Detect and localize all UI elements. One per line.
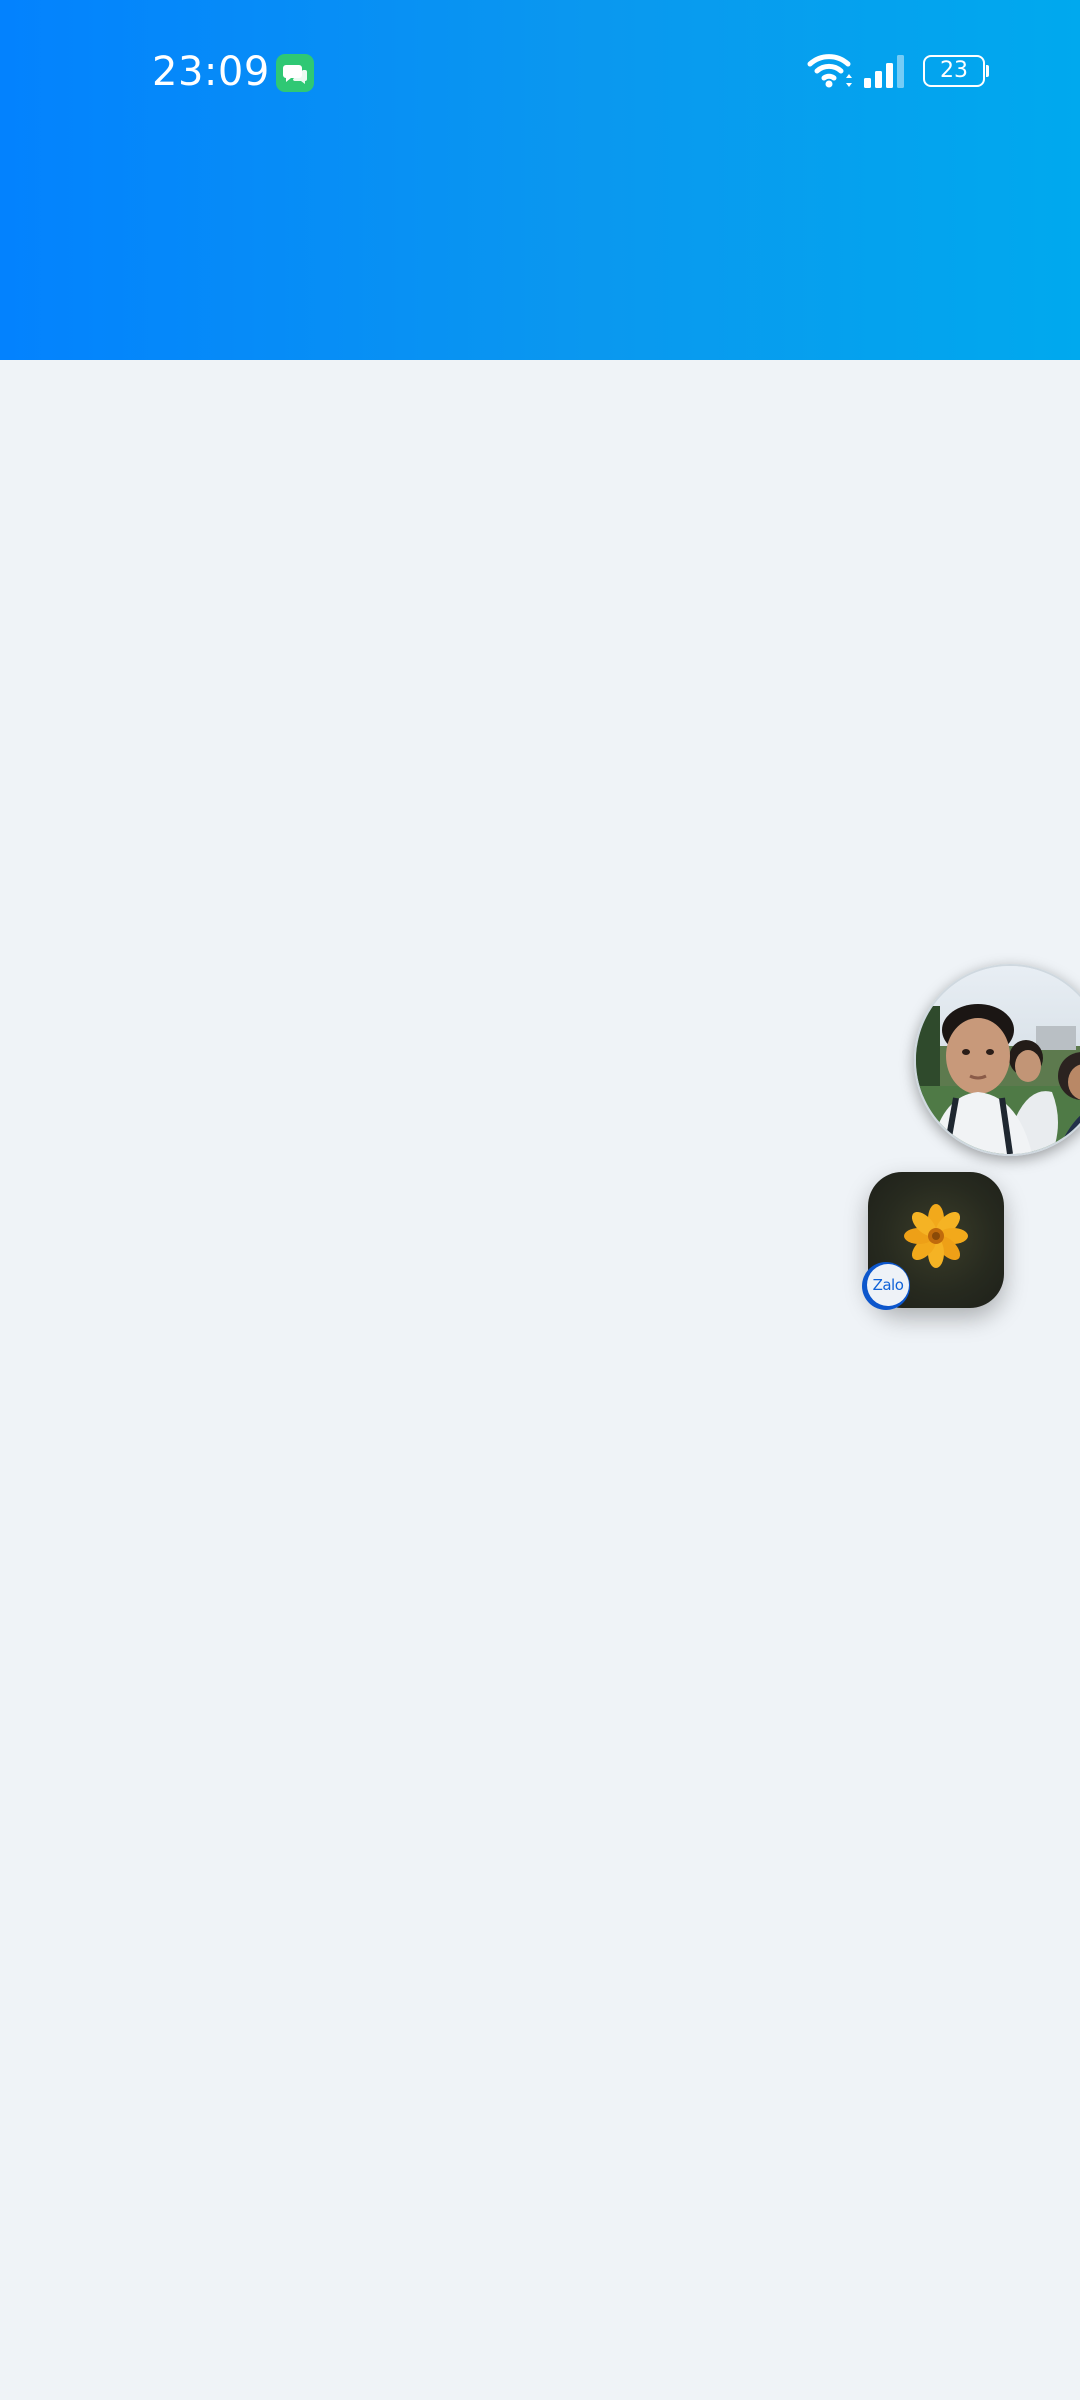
wifi-icon (806, 50, 854, 90)
status-bar: 23:09 23 (0, 0, 1080, 150)
status-time: 23:09 (152, 49, 270, 95)
group-photo-avatar-icon (916, 966, 1080, 1154)
battery-icon: 23 (923, 55, 989, 87)
battery-tip (986, 65, 989, 77)
contact-chat-head[interactable] (914, 964, 1080, 1156)
zalo-logo: Zalo (867, 1264, 909, 1306)
battery-level-text: 23 (940, 58, 968, 83)
zalo-badge: Zalo (862, 1262, 910, 1310)
messages-icon (276, 54, 314, 92)
screen: 23:09 23 Zalo (0, 0, 1080, 2400)
cellular-signal-icon (862, 54, 908, 88)
